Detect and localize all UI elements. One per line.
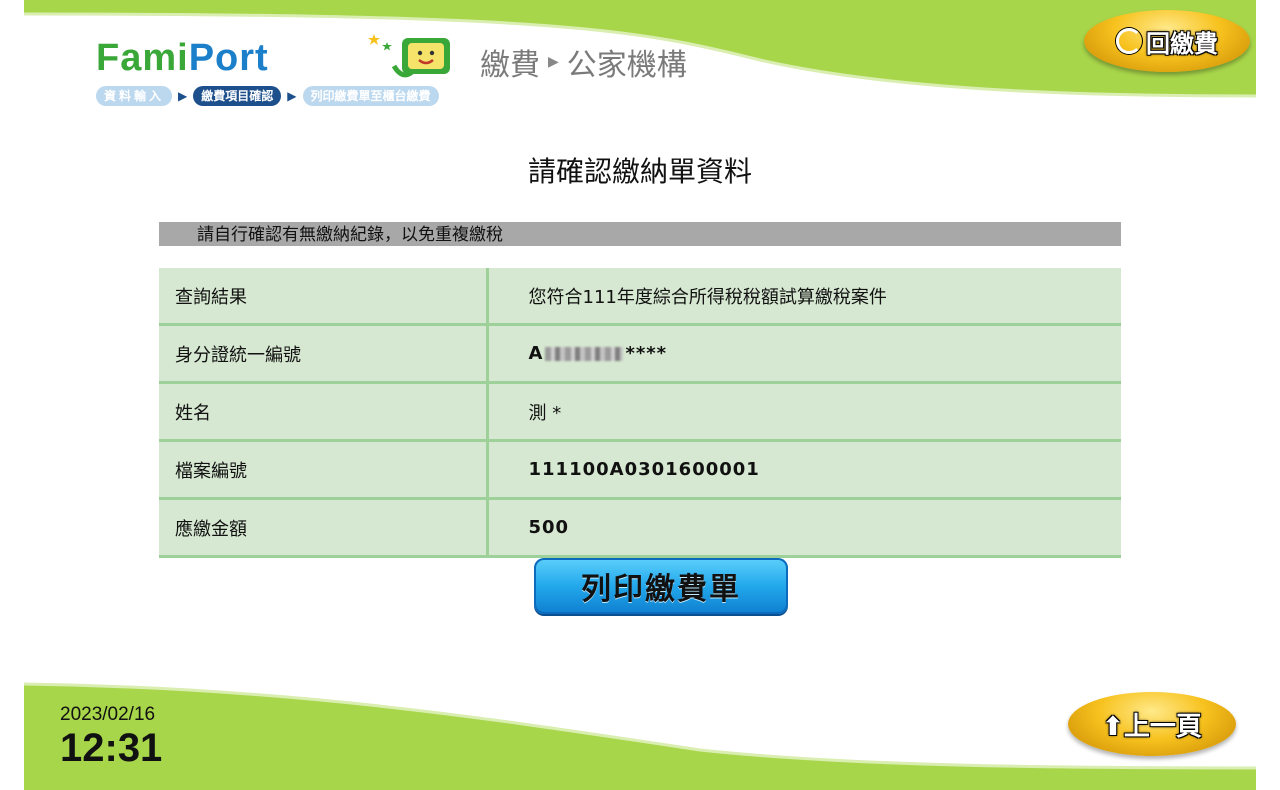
crumb-step-2: 繳費項目確認 <box>193 86 282 106</box>
page-title: 請確認繳納單資料 <box>527 155 752 188</box>
logo-fami: Fami <box>96 37 189 79</box>
notice-bar: 請自行確認有無繳納紀錄，以免重複繳稅 <box>159 222 1121 246</box>
previous-page-label: 上一頁 <box>1123 711 1202 742</box>
current-time: 12:31 <box>60 726 163 770</box>
crumb-step-1: 資料輸入 <box>96 86 173 106</box>
previous-page-button[interactable]: ⬆上一頁 <box>1068 692 1236 756</box>
up-arrow-icon: ⬆ <box>1102 711 1124 742</box>
crumb-arrow-icon: ▶ <box>178 89 188 103</box>
print-bill-label: 列印繳費單 <box>581 572 741 607</box>
stars-icon <box>368 34 392 51</box>
back-to-payment-button[interactable]: 回繳費 <box>1084 10 1250 72</box>
play-arrow-icon: ▶ <box>548 54 559 70</box>
table-row: 查詢結果 您符合111年度綜合所得稅稅額試算繳稅案件 <box>159 268 1121 326</box>
section-title: 繳費 ▶ 公家機構 <box>480 40 687 84</box>
row-label: 應繳金額 <box>159 498 489 558</box>
row-value: 測 * <box>487 382 1121 442</box>
row-label: 檔案編號 <box>159 440 489 500</box>
logo-port: Port <box>188 37 269 79</box>
mascot-icon <box>392 38 450 78</box>
row-label: 姓名 <box>159 382 489 442</box>
breadcrumb: 資料輸入 ▶ 繳費項目確認 ▶ 列印繳費單至櫃台繳費 <box>96 86 439 106</box>
row-label: 身分證統一編號 <box>159 324 489 384</box>
redacted-block <box>545 347 624 361</box>
section-primary: 繳費 <box>480 48 540 83</box>
crumb-step-3: 列印繳費單至櫃台繳費 <box>302 86 439 106</box>
back-to-payment-label: 回繳費 <box>1146 29 1218 58</box>
row-value: 500 <box>487 498 1121 558</box>
bill-info-table: 查詢結果 您符合111年度綜合所得稅稅額試算繳稅案件 身分證統一編號 A ****… <box>159 268 1121 558</box>
section-secondary: 公家機構 <box>566 48 687 83</box>
undo-icon <box>1116 28 1142 54</box>
row-value: 您符合111年度綜合所得稅稅額試算繳稅案件 <box>487 268 1121 326</box>
crumb-arrow-icon: ▶ <box>287 89 297 103</box>
row-value-id: A **** <box>487 324 1121 384</box>
table-row: 檔案編號 111100A0301600001 <box>159 440 1121 500</box>
id-suffix: **** <box>625 343 668 364</box>
table-row: 身分證統一編號 A **** <box>159 324 1121 384</box>
table-row: 應繳金額 500 <box>159 498 1121 558</box>
current-date: 2023/02/16 <box>60 704 156 725</box>
print-bill-button[interactable]: 列印繳費單 <box>534 558 788 614</box>
famiport-logo: FamiPort <box>96 34 450 80</box>
row-value: 111100A0301600001 <box>487 440 1121 500</box>
row-label: 查詢結果 <box>159 268 489 326</box>
id-prefix: A <box>528 343 544 364</box>
table-row: 姓名 測 * <box>159 382 1121 442</box>
logo-text: FamiPort <box>96 36 269 80</box>
